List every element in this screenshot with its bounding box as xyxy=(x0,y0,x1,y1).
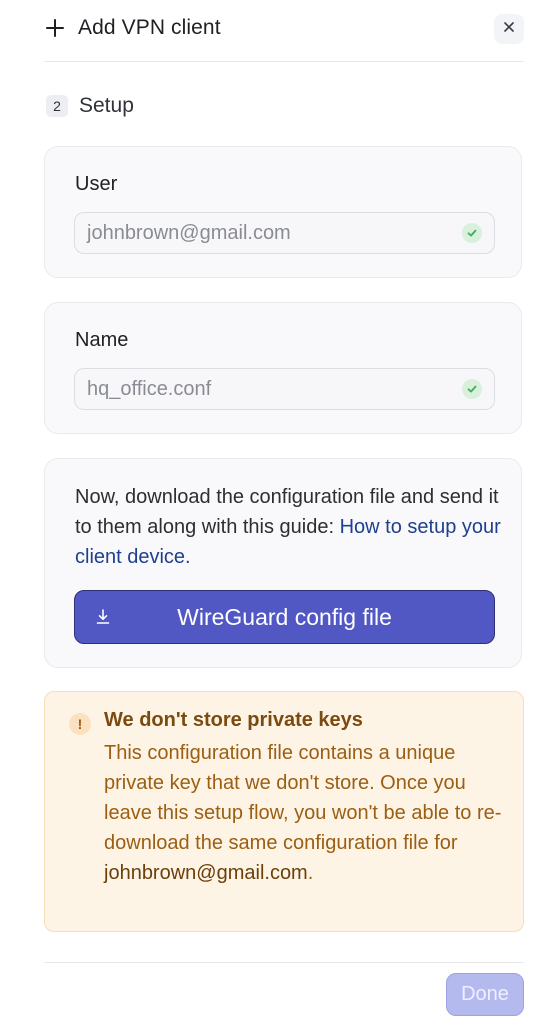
name-value: hq_office.conf xyxy=(87,377,212,400)
plus-icon xyxy=(44,17,66,39)
footer-divider xyxy=(44,962,524,963)
exclamation-icon: ! xyxy=(69,713,91,735)
add-vpn-client-dialog: Add VPN client 2 Setup User johnbrown@gm… xyxy=(0,0,534,1036)
close-button[interactable] xyxy=(494,14,524,44)
download-instructions: Now, download the configuration file and… xyxy=(75,482,505,572)
close-icon xyxy=(503,20,515,38)
dialog-header: Add VPN client xyxy=(44,10,524,46)
dialog-title: Add VPN client xyxy=(78,16,221,39)
download-icon xyxy=(95,608,111,626)
name-label: Name xyxy=(75,329,129,351)
warning-text: This configuration file contains a uniqu… xyxy=(104,742,502,854)
step-label: Setup xyxy=(79,94,134,117)
user-value: johnbrown@gmail.com xyxy=(87,221,291,244)
done-button[interactable]: Done xyxy=(446,973,524,1016)
private-key-warning: ! We don't store private keys This confi… xyxy=(44,691,524,932)
warning-suffix: . xyxy=(307,862,314,884)
user-card: User johnbrown@gmail.com xyxy=(44,146,522,278)
name-card: Name hq_office.conf xyxy=(44,302,522,434)
download-button-label: WireGuard config file xyxy=(177,603,392,630)
check-circle-icon xyxy=(462,379,482,399)
step-number: 2 xyxy=(46,95,68,117)
header-divider xyxy=(44,61,524,62)
step-indicator: 2 Setup xyxy=(46,94,134,118)
user-label: User xyxy=(75,173,118,195)
name-field[interactable]: hq_office.conf xyxy=(74,368,495,410)
warning-body: This configuration file contains a uniqu… xyxy=(104,738,509,888)
download-config-button[interactable]: WireGuard config file xyxy=(74,590,495,644)
warning-title: We don't store private keys xyxy=(104,709,363,731)
download-card: Now, download the configuration file and… xyxy=(44,458,522,668)
check-circle-icon xyxy=(462,223,482,243)
user-field[interactable]: johnbrown@gmail.com xyxy=(74,212,495,254)
warning-email: johnbrown@gmail.com xyxy=(104,862,308,884)
